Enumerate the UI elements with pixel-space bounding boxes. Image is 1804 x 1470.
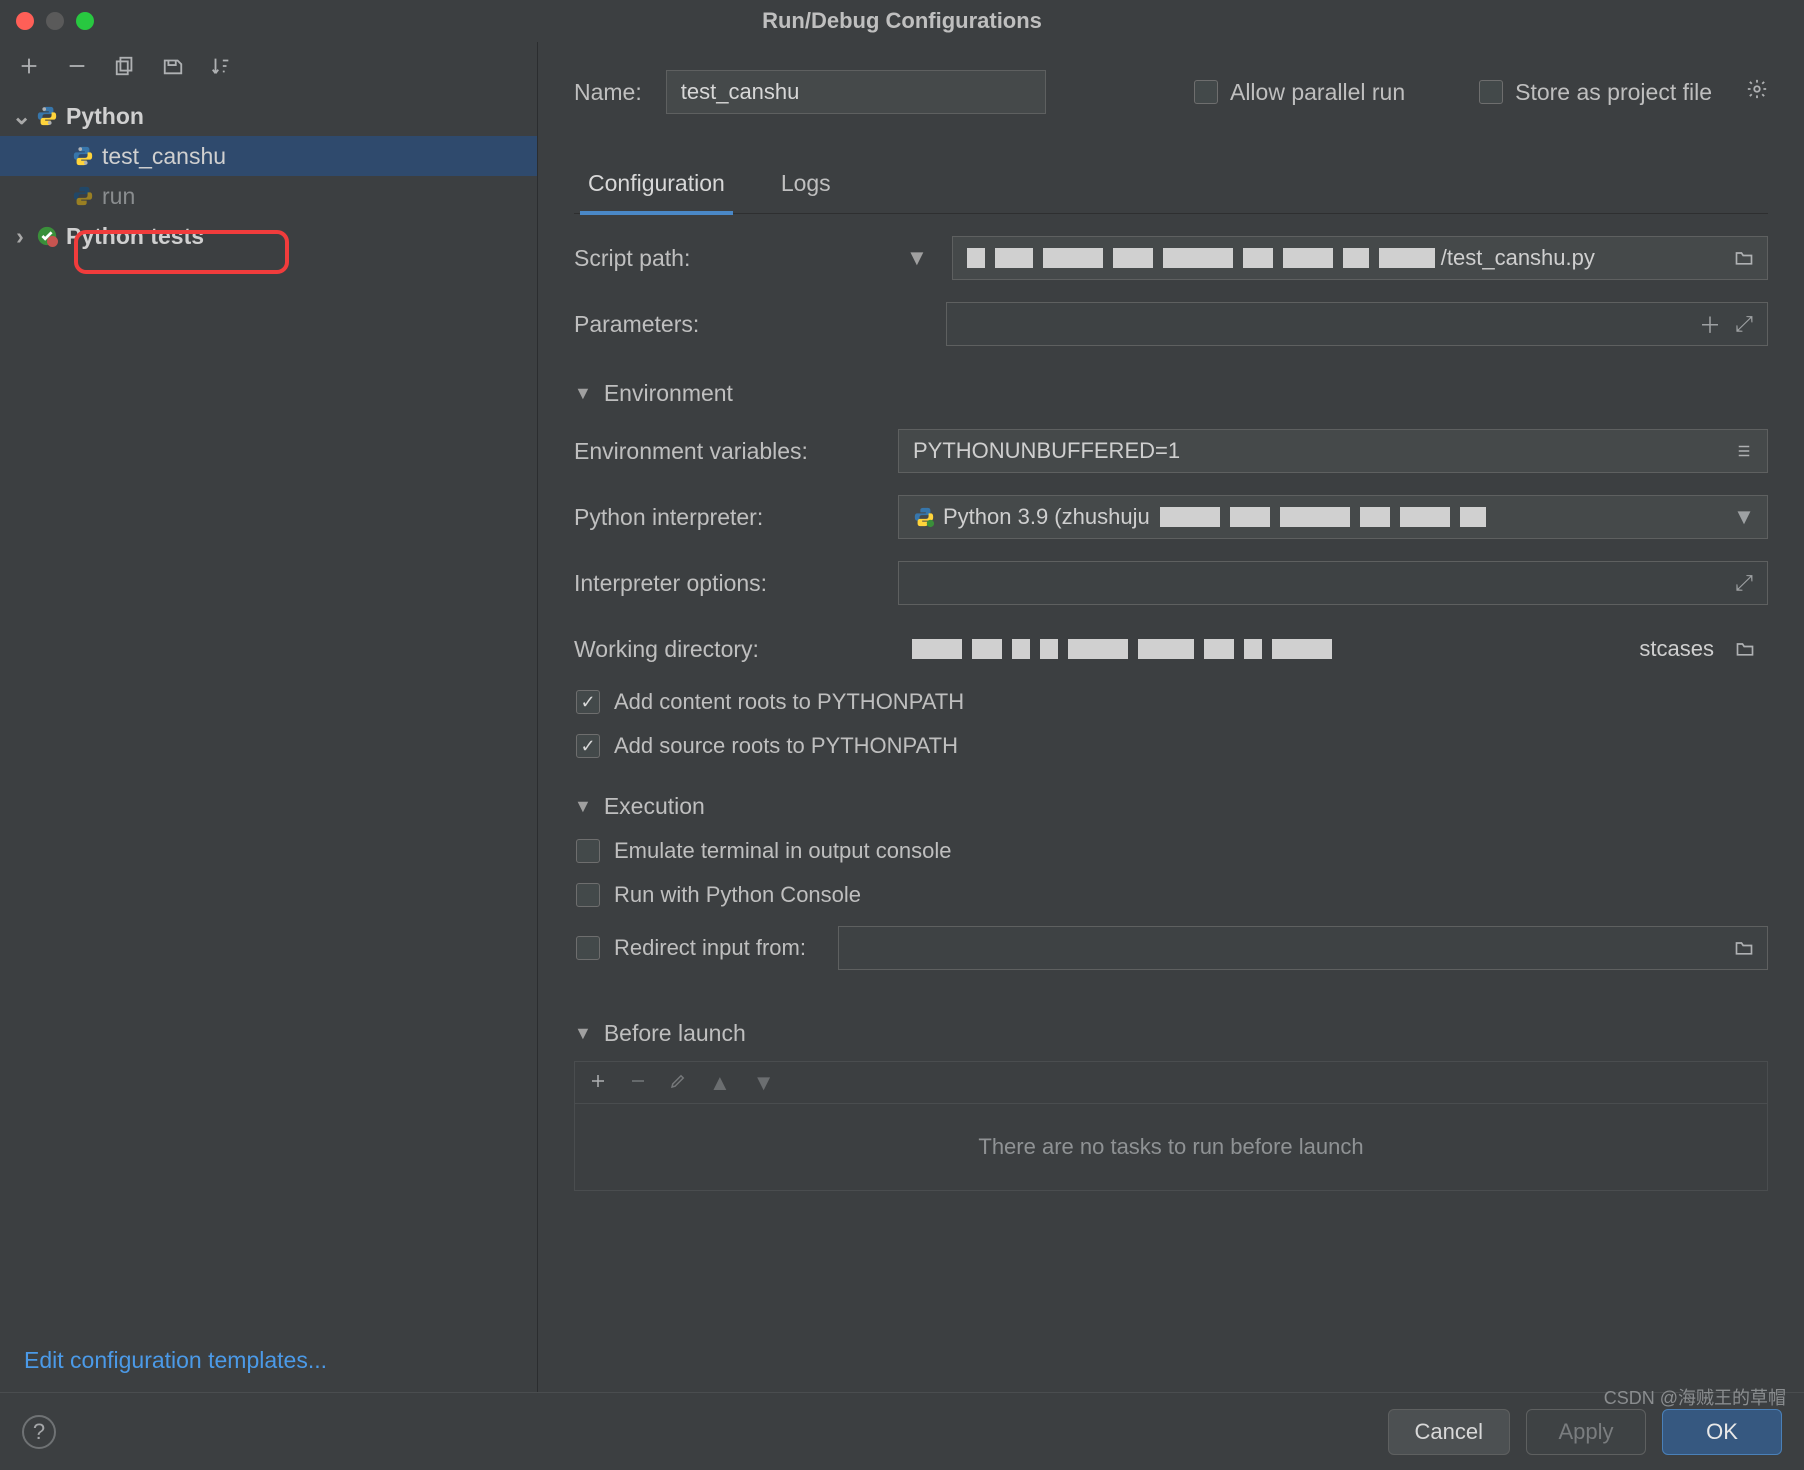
script-path-dropdown[interactable]: ▼ <box>906 245 928 271</box>
folder-icon[interactable] <box>1729 237 1759 279</box>
folder-icon[interactable] <box>1729 927 1759 969</box>
tree-item-test-canshu[interactable]: test_canshu <box>0 136 537 176</box>
section-environment-label: Environment <box>604 380 733 407</box>
chevron-down-icon: ⌄ <box>12 103 28 130</box>
gear-icon[interactable] <box>1746 78 1768 106</box>
expand-icon[interactable]: ⤢ <box>1729 303 1759 345</box>
redirect-input-label: Redirect input from: <box>614 935 806 961</box>
section-before-launch[interactable]: ▼ Before launch <box>574 1020 1768 1047</box>
chevron-down-icon: ▼ <box>574 383 592 404</box>
run-with-console-label: Run with Python Console <box>614 882 861 908</box>
window-title: Run/Debug Configurations <box>0 8 1804 34</box>
interpreter-options-input[interactable]: ⤢ <box>898 561 1768 605</box>
store-as-project-checkbox[interactable] <box>1479 80 1503 104</box>
edit-templates-link[interactable]: Edit configuration templates... <box>24 1347 327 1373</box>
python-icon <box>72 145 94 167</box>
tree-group-label: Python tests <box>66 223 204 250</box>
allow-parallel-label: Allow parallel run <box>1230 79 1405 106</box>
move-up-button[interactable]: ▲ <box>709 1070 731 1096</box>
chevron-down-icon: ▼ <box>574 796 592 817</box>
main-panel: Name: Allow parallel run Store as projec… <box>538 42 1804 1392</box>
parameters-label: Parameters: <box>574 311 874 338</box>
add-source-roots-label: Add source roots to PYTHONPATH <box>614 733 958 759</box>
tree-group-python[interactable]: ⌄ Python <box>0 96 537 136</box>
before-launch-panel: ▲ ▼ There are no tasks to run before lau… <box>574 1061 1768 1191</box>
add-content-roots-checkbox[interactable] <box>576 690 600 714</box>
working-dir-input[interactable]: stcases <box>898 627 1768 671</box>
add-config-button[interactable] <box>16 53 42 79</box>
tabs: Configuration Logs <box>574 160 1768 214</box>
interpreter-options-label: Interpreter options: <box>574 570 874 597</box>
remove-config-button[interactable] <box>64 53 90 79</box>
cancel-button[interactable]: Cancel <box>1388 1409 1510 1455</box>
tree-item-label: run <box>102 183 135 210</box>
add-content-roots-label: Add content roots to PYTHONPATH <box>614 689 964 715</box>
name-input[interactable] <box>666 70 1046 114</box>
redirect-input-checkbox[interactable] <box>576 936 600 960</box>
add-task-button[interactable] <box>589 1070 607 1096</box>
script-path-value: /test_canshu.py <box>1441 245 1595 271</box>
redacted-workingdir <box>912 627 1332 671</box>
help-button[interactable]: ? <box>22 1415 56 1449</box>
env-vars-value: PYTHONUNBUFFERED=1 <box>913 438 1180 464</box>
tree-group-python-tests[interactable]: › Python tests <box>0 216 537 256</box>
interpreter-value: Python 3.9 (zhushuju <box>943 504 1150 530</box>
plus-icon[interactable]: ＋ <box>1695 303 1725 345</box>
python-icon <box>72 185 94 207</box>
apply-button[interactable]: Apply <box>1526 1409 1646 1455</box>
tab-logs[interactable]: Logs <box>773 160 839 215</box>
section-execution-label: Execution <box>604 793 705 820</box>
tree-group-label: Python <box>66 103 144 130</box>
save-config-button[interactable] <box>160 53 186 79</box>
tree-item-label: test_canshu <box>102 143 226 170</box>
list-icon[interactable] <box>1729 430 1759 472</box>
script-path-input[interactable]: /test_canshu.py <box>952 236 1768 280</box>
store-as-project-label: Store as project file <box>1515 79 1712 106</box>
copy-config-button[interactable] <box>112 53 138 79</box>
redirect-input-path[interactable] <box>838 926 1768 970</box>
sort-config-button[interactable] <box>208 53 234 79</box>
before-launch-empty-text: There are no tasks to run before launch <box>575 1104 1767 1190</box>
tree-item-run[interactable]: run <box>0 176 537 216</box>
run-with-console-checkbox[interactable] <box>576 883 600 907</box>
section-environment[interactable]: ▼ Environment <box>574 380 1768 407</box>
section-before-launch-label: Before launch <box>604 1020 746 1047</box>
name-label: Name: <box>574 79 642 106</box>
script-path-label: Script path: <box>574 245 874 272</box>
section-execution[interactable]: ▼ Execution <box>574 793 1768 820</box>
ok-button[interactable]: OK <box>1662 1409 1782 1455</box>
remove-task-button[interactable] <box>629 1070 647 1096</box>
tab-configuration[interactable]: Configuration <box>580 160 733 215</box>
bottom-bar: ? Cancel Apply OK <box>0 1392 1804 1470</box>
edit-task-button[interactable] <box>669 1070 687 1096</box>
watermark-text: CSDN @海贼王的草帽 <box>1604 1384 1786 1410</box>
python-tests-icon <box>36 225 58 247</box>
parameters-input[interactable]: ＋ ⤢ <box>946 302 1768 346</box>
python-icon <box>913 506 935 528</box>
interpreter-select[interactable]: Python 3.9 (zhushuju ▼ <box>898 495 1768 539</box>
redacted-interpreter <box>1160 496 1486 538</box>
working-dir-label: Working directory: <box>574 636 874 663</box>
env-vars-label: Environment variables: <box>574 438 874 465</box>
folder-icon[interactable] <box>1730 627 1760 671</box>
emulate-terminal-checkbox[interactable] <box>576 839 600 863</box>
sidebar-toolbar <box>0 42 537 90</box>
chevron-down-icon: ▼ <box>1729 496 1759 538</box>
chevron-right-icon: › <box>12 223 28 250</box>
redacted-path <box>967 237 1435 279</box>
titlebar: Run/Debug Configurations <box>0 0 1804 42</box>
working-dir-value: stcases <box>1639 636 1714 662</box>
emulate-terminal-label: Emulate terminal in output console <box>614 838 952 864</box>
move-down-button[interactable]: ▼ <box>753 1070 775 1096</box>
interpreter-label: Python interpreter: <box>574 504 874 531</box>
sidebar: ⌄ Python test_canshu run › Python tests … <box>0 42 538 1392</box>
python-icon <box>36 105 58 127</box>
add-source-roots-checkbox[interactable] <box>576 734 600 758</box>
config-tree: ⌄ Python test_canshu run › Python tests <box>0 90 537 1329</box>
expand-icon[interactable]: ⤢ <box>1729 562 1759 604</box>
chevron-down-icon: ▼ <box>574 1023 592 1044</box>
allow-parallel-checkbox[interactable] <box>1194 80 1218 104</box>
env-vars-input[interactable]: PYTHONUNBUFFERED=1 <box>898 429 1768 473</box>
